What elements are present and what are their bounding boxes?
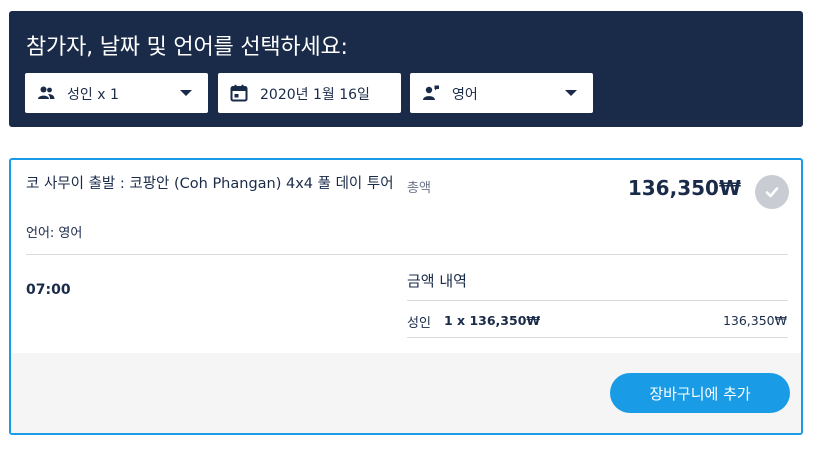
- tour-option-card[interactable]: 코 사무이 출발 : 코팡안 (Coh Phangan) 4x4 풀 데이 투어…: [9, 158, 803, 435]
- total-label: 총액: [407, 181, 431, 196]
- selected-check-icon[interactable]: [755, 175, 789, 209]
- breakdown-row-label: 성인: [407, 316, 431, 331]
- calendar-icon: [230, 84, 248, 102]
- breakdown-row-amount: 136,350₩: [722, 313, 787, 328]
- tour-language: 언어: 영어: [26, 226, 83, 241]
- add-to-cart-button[interactable]: 장바구니에 추가: [610, 373, 790, 413]
- price-breakdown-title: 금액 내역: [407, 272, 467, 290]
- chevron-down-icon: [180, 90, 192, 96]
- language-select[interactable]: 영어: [410, 73, 593, 113]
- guide-person-icon: [422, 84, 440, 102]
- participants-value: 성인 x 1: [67, 87, 119, 103]
- divider: [407, 337, 788, 338]
- date-value: 2020년 1월 16일: [260, 87, 370, 103]
- total-price: 136,350₩: [627, 176, 741, 200]
- divider: [26, 254, 788, 255]
- header-title: 참가자, 날짜 및 언어를 선택하세요:: [26, 35, 348, 60]
- selection-header: 참가자, 날짜 및 언어를 선택하세요: 성인 x 1 2020년 1월 16일: [9, 11, 803, 127]
- participants-select[interactable]: 성인 x 1: [25, 73, 208, 113]
- date-select[interactable]: 2020년 1월 16일: [218, 73, 401, 113]
- tour-title: 코 사무이 출발 : 코팡안 (Coh Phangan) 4x4 풀 데이 투어: [26, 176, 394, 192]
- start-time: 07:00: [26, 282, 71, 298]
- breakdown-row-calc: 1 x 136,350₩: [444, 313, 541, 328]
- divider: [407, 300, 788, 301]
- people-icon: [37, 84, 55, 102]
- chevron-down-icon: [565, 90, 577, 96]
- language-value: 영어: [452, 87, 478, 103]
